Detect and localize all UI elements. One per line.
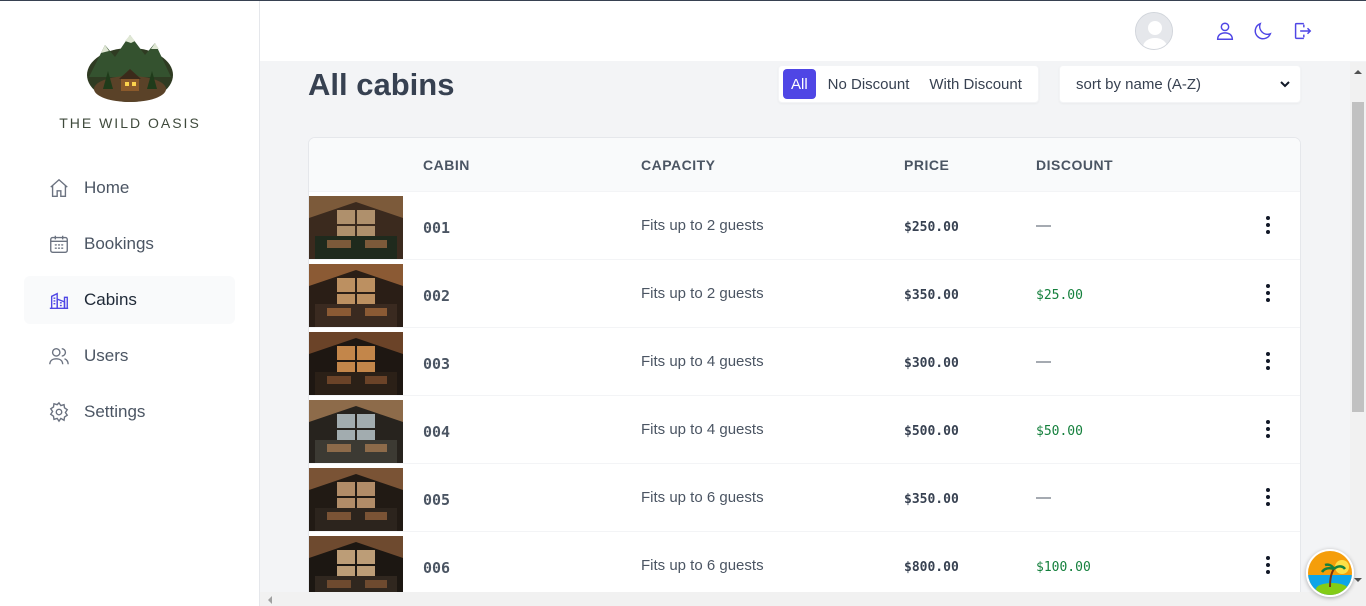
cabin-image	[309, 196, 403, 259]
sidebar-item-label: Home	[84, 178, 130, 197]
chevron-down-icon	[1280, 81, 1290, 88]
vertical-scrollbar-thumb[interactable]	[1352, 102, 1364, 412]
sidebar-item-bookings[interactable]: Bookings	[24, 220, 235, 268]
cabin-discount: —	[1036, 217, 1051, 234]
cabin-image	[309, 332, 403, 395]
sidebar-item-label: Settings	[84, 402, 146, 421]
cabin-discount: —	[1036, 353, 1051, 370]
table-header: CABIN CAPACITY PRICE DISCOUNT	[309, 138, 1300, 192]
sidebar-item-users[interactable]: Users	[24, 332, 235, 380]
main-content: All cabins All No Discount With Discount…	[260, 62, 1350, 592]
cabin-price: $350.00	[904, 492, 959, 507]
gear-icon	[48, 401, 70, 423]
avatar[interactable]	[1135, 12, 1173, 50]
more-options-icon[interactable]	[1259, 214, 1277, 236]
cabin-image	[309, 468, 403, 531]
sidebar-item-cabins[interactable]: Cabins	[24, 276, 235, 324]
filter-no-discount-button[interactable]: No Discount	[820, 69, 918, 99]
column-header-capacity: CAPACITY	[641, 157, 716, 173]
table-row: 004 Fits up to 4 guests $500.00 $50.00	[309, 396, 1300, 464]
sidebar-item-label: Cabins	[84, 290, 137, 309]
cabin-name: 001	[423, 219, 451, 237]
cabins-table: CABIN CAPACITY PRICE DISCOUNT 001 Fits u…	[308, 137, 1301, 592]
cabin-price: $500.00	[904, 424, 959, 439]
cabin-capacity: Fits up to 6 guests	[641, 557, 764, 574]
table-row: 006 Fits up to 6 guests $800.00 $100.00	[309, 532, 1300, 592]
top-header	[260, 1, 1366, 62]
more-options-icon[interactable]	[1259, 418, 1277, 440]
cabin-image	[309, 536, 403, 592]
horizontal-scrollbar[interactable]	[260, 592, 1350, 606]
page-title: All cabins	[308, 67, 455, 102]
sort-select[interactable]: sort by name (A-Z)	[1059, 65, 1301, 103]
column-header-price: PRICE	[904, 157, 950, 173]
cabin-name: 006	[423, 559, 451, 577]
cabin-name: 005	[423, 491, 451, 509]
sidebar-item-label: Bookings	[84, 234, 154, 253]
moon-icon[interactable]	[1252, 20, 1274, 42]
cabin-name: 003	[423, 355, 451, 373]
brand-name: THE WILD OASIS	[59, 115, 201, 131]
sidebar-item-label: Users	[84, 346, 129, 365]
cabin-price: $250.00	[904, 220, 959, 235]
table-row: 005 Fits up to 6 guests $350.00 —	[309, 464, 1300, 532]
cabin-image	[309, 400, 403, 463]
sidebar: THE WILD OASIS Home Bookings Cabins User…	[0, 1, 260, 606]
cabin-capacity: Fits up to 4 guests	[641, 353, 764, 370]
more-options-icon[interactable]	[1259, 282, 1277, 304]
filter-with-discount-button[interactable]: With Discount	[921, 69, 1030, 99]
cabin-name: 004	[423, 423, 451, 441]
cabin-price: $800.00	[904, 560, 959, 575]
table-row: 002 Fits up to 2 guests $350.00 $25.00	[309, 260, 1300, 328]
column-header-discount: DISCOUNT	[1036, 157, 1114, 173]
buildings-icon	[48, 289, 70, 311]
more-options-icon[interactable]	[1259, 554, 1277, 576]
cabin-capacity: Fits up to 2 guests	[641, 285, 764, 302]
cabin-discount: $100.00	[1036, 560, 1091, 575]
cabin-discount: $50.00	[1036, 424, 1083, 439]
discount-filter: All No Discount With Discount	[778, 65, 1039, 103]
sidebar-item-home[interactable]: Home	[24, 164, 235, 212]
table-row: 001 Fits up to 2 guests $250.00 —	[309, 192, 1300, 260]
app-window: THE WILD OASIS Home Bookings Cabins User…	[0, 0, 1366, 606]
scroll-left-arrow-icon[interactable]	[264, 592, 276, 606]
more-options-icon[interactable]	[1259, 486, 1277, 508]
sort-select-value: sort by name (A-Z)	[1076, 75, 1202, 93]
floating-island-icon[interactable]	[1306, 549, 1354, 597]
vertical-scrollbar[interactable]	[1350, 62, 1366, 606]
calendar-icon	[48, 233, 70, 255]
cabin-image	[309, 264, 403, 327]
table-row: 003 Fits up to 4 guests $300.00 —	[309, 328, 1300, 396]
filter-all-button[interactable]: All	[783, 69, 816, 99]
scroll-up-arrow-icon[interactable]	[1350, 66, 1366, 78]
users-icon	[48, 345, 70, 367]
table-body: 001 Fits up to 2 guests $250.00 — 002 Fi…	[309, 192, 1300, 592]
cabin-capacity: Fits up to 6 guests	[641, 489, 764, 506]
cabin-price: $350.00	[904, 288, 959, 303]
cabin-capacity: Fits up to 2 guests	[641, 217, 764, 234]
more-options-icon[interactable]	[1259, 350, 1277, 372]
cabin-discount: $25.00	[1036, 288, 1083, 303]
logo-image	[85, 31, 175, 103]
cabin-name: 002	[423, 287, 451, 305]
cabin-discount: —	[1036, 489, 1051, 506]
main-nav: Home Bookings Cabins Users Settings	[24, 164, 235, 444]
logout-icon[interactable]	[1291, 20, 1313, 42]
home-icon	[48, 177, 70, 199]
cabin-price: $300.00	[904, 356, 959, 371]
user-icon[interactable]	[1214, 20, 1236, 42]
column-header-cabin: CABIN	[423, 157, 470, 173]
cabin-capacity: Fits up to 4 guests	[641, 421, 764, 438]
sidebar-item-settings[interactable]: Settings	[24, 388, 235, 436]
